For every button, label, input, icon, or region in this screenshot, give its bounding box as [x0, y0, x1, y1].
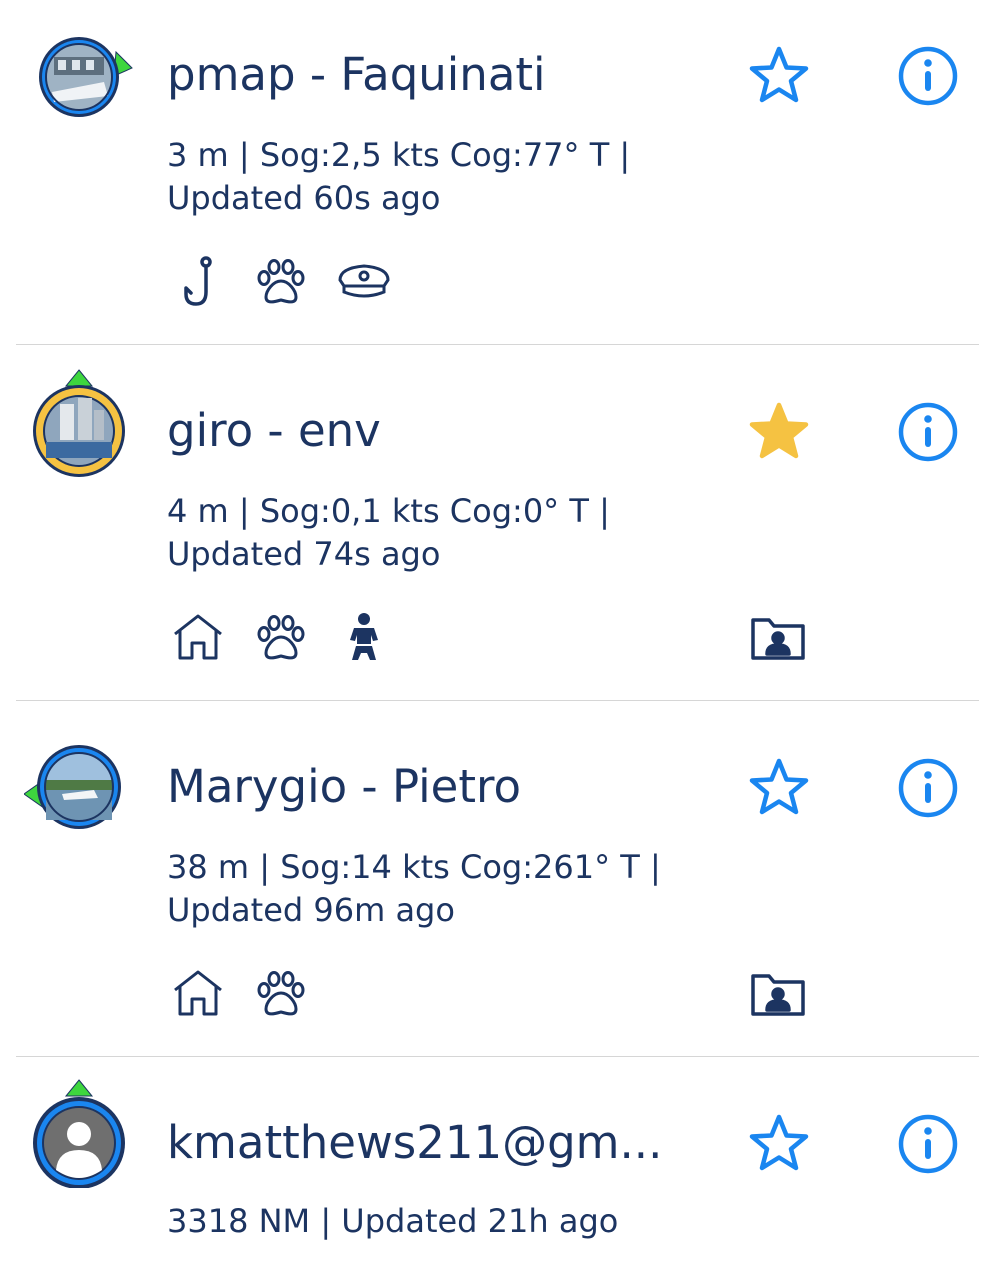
info-icon[interactable] — [896, 1112, 960, 1176]
vessel-updated-line: Updated 74s ago — [167, 535, 441, 573]
vessel-name: giro - env — [167, 406, 381, 456]
vessel-updated-line: Updated 60s ago — [167, 179, 441, 217]
favorite-star-icon[interactable] — [747, 44, 811, 108]
vessel-row-2[interactable]: giro - env 4 m | Sog:0,1 kts Cog:0° T | … — [0, 356, 998, 712]
vessel-status: 4 m | Sog:0,1 kts Cog:0° T | Updated 74s… — [167, 490, 610, 576]
paw-icon — [253, 966, 309, 1022]
vessel-status: 38 m | Sog:14 kts Cog:261° T | Updated 9… — [167, 846, 661, 932]
info-icon[interactable] — [896, 400, 960, 464]
paw-icon — [253, 254, 309, 310]
vessel-status: 3318 NM | Updated 21h ago — [167, 1200, 618, 1243]
vessel-updated-line: Updated 96m ago — [167, 891, 455, 929]
vessel-avatar[interactable] — [24, 732, 134, 842]
row-divider — [16, 1056, 979, 1057]
vessel-status-line: 4 m | Sog:0,1 kts Cog:0° T | — [167, 492, 610, 530]
home-icon — [170, 966, 226, 1022]
favorite-star-icon[interactable] — [747, 400, 811, 464]
captain-hat-icon — [336, 254, 392, 310]
paw-icon — [253, 610, 309, 666]
vessel-status-line: 3318 NM | Updated 21h ago — [167, 1202, 619, 1240]
folder-contact-icon[interactable] — [749, 612, 807, 664]
baby-icon — [336, 610, 392, 666]
vessel-status: 3 m | Sog:2,5 kts Cog:77° T | Updated 60… — [167, 134, 630, 220]
vessel-row-1[interactable]: pmap - Faquinati 3 m | Sog:2,5 kts Cog:7… — [0, 0, 998, 356]
row-divider — [16, 700, 979, 701]
vessel-avatar[interactable] — [24, 368, 134, 478]
fishing-hook-icon — [170, 254, 226, 310]
vessel-status-line: 3 m | Sog:2,5 kts Cog:77° T | — [167, 136, 631, 174]
vessel-tags — [170, 254, 414, 310]
favorite-star-icon[interactable] — [747, 1112, 811, 1176]
home-icon — [170, 610, 226, 666]
folder-contact-icon[interactable] — [749, 968, 807, 1020]
vessel-status-line: 38 m | Sog:14 kts Cog:261° T | — [167, 848, 661, 886]
vessel-tags — [170, 610, 414, 666]
vessel-avatar[interactable] — [24, 1078, 134, 1188]
vessel-name: Marygio - Pietro — [167, 762, 522, 812]
row-divider — [16, 344, 979, 345]
vessel-row-4[interactable]: kmatthews211@gm... 3318 NM | Updated 21h… — [0, 1068, 998, 1285]
info-icon[interactable] — [896, 756, 960, 820]
favorite-star-icon[interactable] — [747, 756, 811, 820]
info-icon[interactable] — [896, 44, 960, 108]
vessel-name: pmap - Faquinati — [167, 50, 546, 100]
vessel-row-3[interactable]: Marygio - Pietro 38 m | Sog:14 kts Cog:2… — [0, 712, 998, 1068]
vessel-name: kmatthews211@gm... — [167, 1118, 663, 1168]
vessel-avatar[interactable] — [24, 22, 134, 132]
vessel-tags — [170, 966, 331, 1022]
